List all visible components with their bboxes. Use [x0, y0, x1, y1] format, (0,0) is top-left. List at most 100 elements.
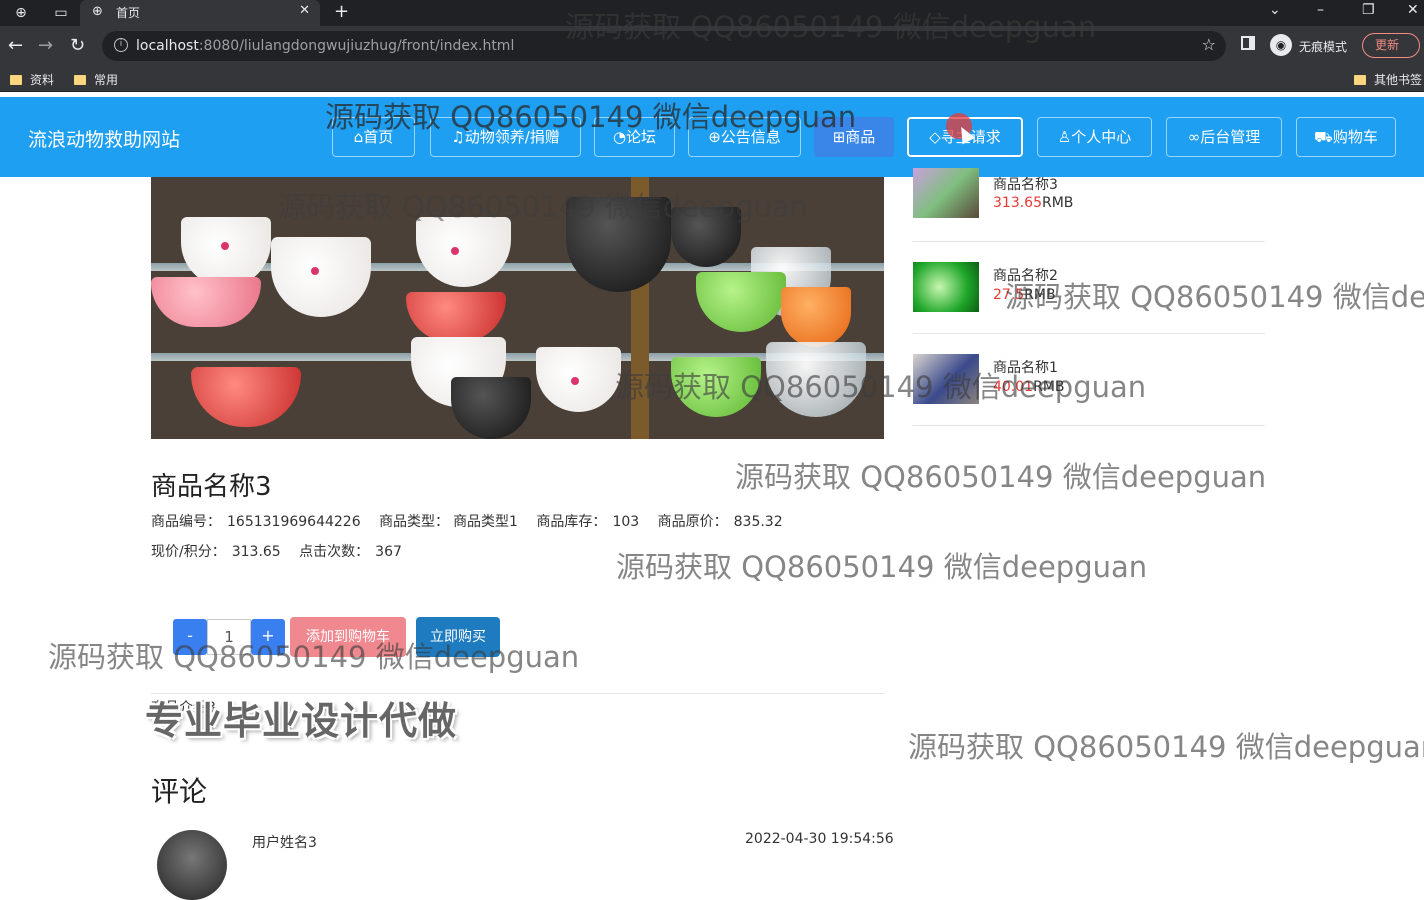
adopt-icon: ♫ [451, 128, 465, 146]
recommended-thumbnail[interactable] [913, 262, 979, 312]
code-label: 商品编号： [151, 514, 221, 530]
nav-adopt-donate[interactable]: ♫动物领养/捐赠 [430, 117, 581, 157]
recommended-name[interactable]: 商品名称2 [993, 265, 1058, 285]
bowl [696, 272, 786, 332]
back-icon[interactable]: ← [8, 35, 23, 56]
price-value: 27.5 [993, 287, 1025, 303]
comments-heading: 评论 [151, 775, 208, 808]
recommended-price: 27.5RMB [993, 287, 1056, 303]
address-bar[interactable]: i localhost:8080/liulangdongwujiuzhug/fr… [102, 31, 1226, 61]
recommended-name[interactable]: 商品名称1 [993, 357, 1058, 377]
bowl [671, 207, 741, 267]
cart-icon: ⛟ [1314, 128, 1333, 146]
recommended-price: 313.65RMB [993, 195, 1073, 211]
flower-decoration [451, 247, 459, 255]
price-value: 313.65 [993, 195, 1042, 211]
price-unit: RMB [1024, 287, 1056, 303]
comment-username: 用户姓名3 [252, 835, 317, 851]
globe-icon: ⊕ [92, 4, 103, 19]
tab-list-icon[interactable]: ⌄ [1269, 2, 1281, 18]
recommended-item[interactable]: 商品名称1 40.01RMB [913, 334, 1265, 426]
folder-icon [74, 75, 86, 85]
stock-value: 103 [612, 514, 640, 530]
quantity-input[interactable]: 1 [207, 619, 251, 655]
quantity-decrease-button[interactable]: - [173, 619, 207, 655]
tag-icon: ◇ [929, 128, 941, 146]
nav-cart[interactable]: ⛟购物车 [1296, 117, 1396, 157]
add-to-cart-button[interactable]: 添加到购物车 [290, 617, 406, 657]
url-host: localhost [136, 38, 199, 54]
flower-decoration [221, 242, 229, 250]
bowl [406, 292, 506, 342]
nav-products[interactable]: ⊞商品 [814, 117, 894, 157]
maximize-icon[interactable]: ❐ [1362, 2, 1375, 18]
bookmark-label: 常用 [94, 73, 119, 87]
bookmarks-bar: 资料 常用 其他书签 [0, 66, 1424, 92]
tab-search-icon[interactable]: ▭ [52, 4, 70, 22]
recommended-name[interactable]: 商品名称3 [993, 174, 1058, 194]
user-icon: ♙ [1057, 128, 1072, 146]
minimize-icon[interactable]: – [1317, 2, 1324, 18]
clicks-value: 367 [375, 544, 402, 560]
bowl [766, 342, 866, 417]
nav-announcements[interactable]: ⊕公告信息 [688, 117, 801, 157]
bowl [416, 217, 511, 287]
recommended-thumbnail[interactable] [913, 354, 979, 404]
nav-label: 商品 [845, 128, 876, 146]
home-icon: ⌂ [353, 128, 364, 146]
watermark: 源码获取 QQ86050149 微信deepguan [735, 460, 1267, 494]
code-value: 165131969644226 [227, 514, 361, 530]
recommended-item[interactable]: 商品名称2 27.5RMB [913, 242, 1265, 334]
stock-label: 商品库存： [536, 514, 607, 530]
product-title: 商品名称3 [151, 472, 272, 502]
browser-menu-icon[interactable]: ⊕ [12, 4, 30, 22]
buy-now-button[interactable]: 立即购买 [416, 617, 500, 657]
recommended-thumbnail[interactable] [913, 168, 979, 218]
flower-decoration [311, 267, 319, 275]
bookmark-folder[interactable]: 常用 [74, 71, 118, 88]
link-icon: ∞ [1187, 128, 1201, 146]
bookmark-label: 其他书签 [1374, 73, 1423, 87]
quantity-increase-button[interactable]: + [251, 619, 285, 655]
price-value: 40.01 [993, 379, 1034, 395]
forward-icon[interactable]: → [38, 35, 53, 56]
type-value: 商品类型1 [453, 514, 518, 530]
forum-icon: ◔ [612, 128, 627, 146]
new-tab-icon[interactable]: + [334, 1, 349, 22]
watermark: 源码获取 QQ86050149 微信deepguan [908, 730, 1424, 764]
browser-tab-active[interactable]: ⊕ 首页 ✕ [80, 0, 320, 26]
nav-home[interactable]: ⌂首页 [332, 117, 415, 157]
recommended-item[interactable]: 商品名称3 313.65RMB [913, 150, 1265, 242]
nav-label: 个人中心 [1071, 128, 1132, 146]
update-button[interactable]: 更新 [1362, 33, 1420, 58]
browser-tab-bar: ⊕ ▭ ⊕ 首页 ✕ + ⌄ – ❐ ✕ [0, 0, 1424, 26]
site-info-icon[interactable]: i [114, 38, 128, 52]
bookmark-folder[interactable]: 资料 [10, 71, 54, 88]
bookmark-star-icon[interactable]: ☆ [1202, 35, 1216, 54]
incognito-label: 无痕模式 [1299, 40, 1348, 54]
tab-title: 首页 [116, 6, 141, 20]
folder-icon [1354, 75, 1366, 85]
side-panel-icon[interactable] [1241, 36, 1255, 50]
reload-icon[interactable]: ↻ [70, 35, 85, 56]
folder-icon [10, 75, 22, 85]
close-window-icon[interactable]: ✕ [1407, 2, 1419, 18]
incognito-icon[interactable]: ◉ [1270, 34, 1292, 56]
price-unit: RMB [1033, 379, 1065, 395]
bowl [271, 237, 371, 317]
tab-close-icon[interactable]: ✕ [299, 3, 310, 18]
recommended-price: 40.01RMB [993, 379, 1065, 395]
bowl [671, 357, 761, 417]
comment-timestamp: 2022-04-30 19:54:56 [745, 831, 894, 847]
url-path: :8080/liulangdongwujiuzhug/front/index.h… [198, 38, 515, 54]
nav-forum[interactable]: ◔论坛 [594, 117, 675, 157]
flower-decoration [571, 377, 579, 385]
bowl [451, 377, 531, 439]
price-unit: RMB [1042, 195, 1074, 211]
url-text[interactable]: localhost:8080/liulangdongwujiuzhug/fron… [136, 38, 514, 54]
type-label: 商品类型： [379, 514, 450, 530]
other-bookmarks[interactable]: 其他书签 [1354, 71, 1422, 88]
browser-toolbar: ← → ↻ i localhost:8080/liulangdongwujiuz… [0, 26, 1424, 66]
nav-label: 后台管理 [1200, 128, 1261, 146]
site-title[interactable]: 流浪动物救助网站 [28, 125, 180, 152]
